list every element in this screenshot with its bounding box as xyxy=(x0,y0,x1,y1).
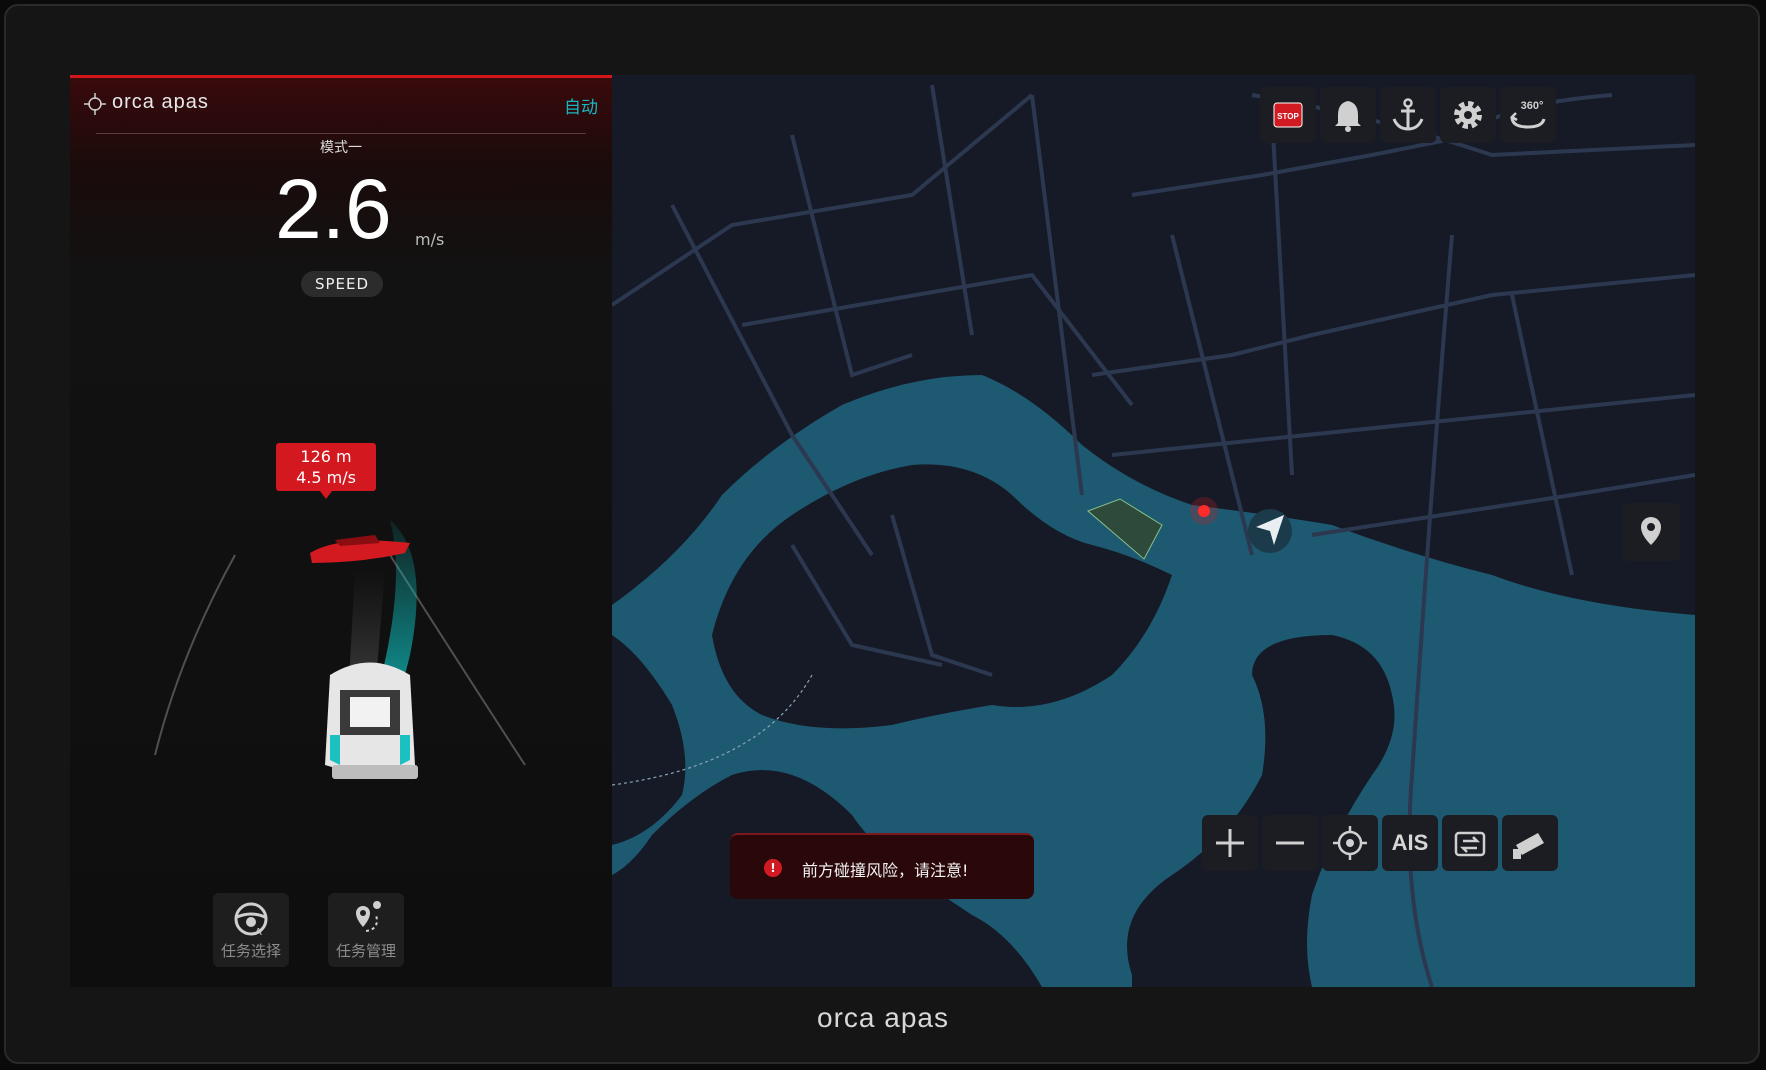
speed-label: SPEED xyxy=(301,271,383,297)
device-brand-logo: orca apas xyxy=(817,1002,949,1033)
collision-alert: ! 前方碰撞风险，请注意! xyxy=(730,833,1034,899)
panel-top-accent xyxy=(70,75,612,78)
target-info-tag: 126 m 4.5 m/s xyxy=(276,443,376,499)
route-pin-icon xyxy=(356,901,381,932)
chart-map[interactable]: STOP 360° AIS ! 前方碰撞风险，请注意! xyxy=(612,75,1695,987)
brand-logo: orca apas xyxy=(112,91,209,113)
locate-button[interactable] xyxy=(1622,503,1680,561)
gear-icon xyxy=(1454,101,1482,129)
stop-button[interactable]: STOP xyxy=(1260,87,1316,143)
screen: orca apas 自动 模式一 2.6 m/s SPEED 126 m 4.5… xyxy=(70,75,1695,987)
drive-mode-toggle[interactable]: 自动 xyxy=(564,93,598,118)
camera-icon xyxy=(1513,833,1544,859)
hazard-marker-core xyxy=(1198,505,1210,517)
collision-scene xyxy=(154,520,526,779)
view-360-button[interactable]: 360° xyxy=(1500,87,1556,143)
rotate-360-icon: 360° xyxy=(1509,100,1546,129)
status-panel: orca apas 自动 模式一 2.6 m/s SPEED 126 m 4.5… xyxy=(70,75,612,987)
swap-icon xyxy=(1454,831,1486,857)
stop-label: STOP xyxy=(1277,112,1299,121)
task-select-button[interactable]: A 任务选择 xyxy=(213,893,289,967)
minus-icon xyxy=(1276,841,1304,845)
location-pin-icon xyxy=(1641,517,1661,545)
task-manage-button[interactable]: 任务管理 xyxy=(328,893,404,967)
alarm-button[interactable] xyxy=(1320,87,1376,143)
ais-label: AIS xyxy=(1391,830,1429,855)
task-select-label: 任务选择 xyxy=(220,942,281,960)
zoom-out-button[interactable] xyxy=(1262,815,1318,871)
header: orca apas 自动 xyxy=(84,91,598,121)
stop-icon: STOP xyxy=(1273,102,1303,128)
crosshair-logo-icon xyxy=(84,93,106,115)
center-button[interactable] xyxy=(1322,815,1378,871)
speed-value: 2.6 xyxy=(275,162,392,256)
anchor-button[interactable] xyxy=(1380,87,1436,143)
plus-icon xyxy=(1216,829,1244,857)
bell-icon xyxy=(1335,101,1361,132)
steering-wheel-icon: A xyxy=(234,902,268,938)
speed-unit: m/s xyxy=(415,230,445,249)
target-speed: 4.5 m/s xyxy=(296,468,356,487)
anchor-icon xyxy=(1392,98,1424,131)
settings-button[interactable] xyxy=(1440,87,1496,143)
mode-name: 模式一 xyxy=(320,140,362,156)
header-divider xyxy=(96,133,586,134)
view-360-label: 360° xyxy=(1521,100,1544,112)
own-boat xyxy=(325,662,418,779)
svg-text:A: A xyxy=(255,927,262,938)
target-distance: 126 m xyxy=(300,447,352,466)
zoom-in-button[interactable] xyxy=(1202,815,1258,871)
camera-button[interactable] xyxy=(1502,815,1558,871)
switch-view-button[interactable] xyxy=(1442,815,1498,871)
task-manage-label: 任务管理 xyxy=(335,942,396,960)
ais-button[interactable]: AIS xyxy=(1382,815,1438,871)
lane-edge-left xyxy=(154,554,236,756)
alert-text: 前方碰撞风险，请注意! xyxy=(802,861,969,880)
crosshair-icon xyxy=(1333,826,1367,860)
alert-icon: ! xyxy=(764,859,782,877)
